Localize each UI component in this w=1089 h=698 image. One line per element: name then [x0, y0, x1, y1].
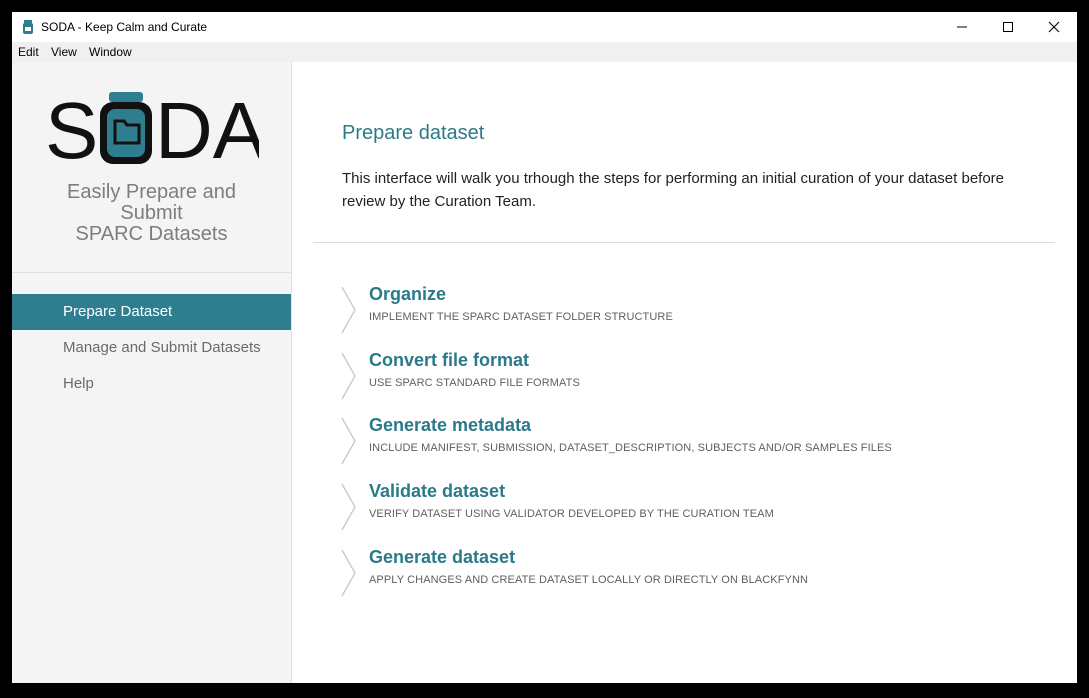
step-subtitle: VERIFY DATASET USING VALIDATOR DEVELOPED…: [369, 508, 774, 520]
chevron-right-icon: [341, 417, 356, 465]
step-title: Validate dataset: [369, 481, 506, 501]
sidebar-divider: [12, 272, 291, 273]
step-organize[interactable]: Organize IMPLEMENT THE SPARC DATASET FOL…: [340, 284, 1060, 334]
sidebar-item-manage-submit[interactable]: Manage and Submit Datasets: [12, 330, 291, 366]
step-title: Generate metadata: [369, 415, 532, 435]
tagline-line-3: SPARC Datasets: [75, 223, 228, 245]
divider: [313, 242, 1055, 243]
intro-text: This interface will walk you trhough the…: [342, 170, 1005, 210]
step-generate-metadata[interactable]: Generate metadata INCLUDE MANIFEST, SUBM…: [340, 415, 1060, 465]
chevron-right-icon: [341, 483, 356, 531]
main-content: Prepare dataset This interface will walk…: [292, 62, 1077, 683]
menu-view[interactable]: View: [51, 45, 77, 59]
chevron-right-icon: [341, 549, 356, 597]
tagline-line-1: Easily Prepare and: [67, 181, 236, 203]
menu-bar: Edit View Window: [12, 42, 1077, 62]
step-subtitle: INCLUDE MANIFEST, SUBMISSION, DATASET_DE…: [369, 442, 892, 454]
window-title: SODA - Keep Calm and Curate: [41, 20, 208, 34]
step-validate-dataset[interactable]: Validate dataset VERIFY DATASET USING VA…: [340, 481, 1060, 531]
soda-logo: S DA: [45, 92, 259, 164]
close-button[interactable]: [1031, 12, 1077, 42]
chevron-right-icon: [341, 286, 356, 334]
step-title: Organize: [369, 284, 447, 304]
step-subtitle: APPLY CHANGES AND CREATE DATASET LOCALLY…: [369, 574, 809, 586]
soda-jar-icon: [100, 92, 152, 164]
close-icon: [1048, 21, 1060, 33]
step-title: Generate dataset: [369, 547, 516, 567]
step-title: Convert file format: [369, 350, 530, 370]
sidebar: S DA Easily Prepare and Submit SPARC Dat…: [12, 62, 292, 683]
page-title: Prepare dataset: [342, 122, 485, 144]
maximize-icon: [1003, 22, 1013, 32]
soda-jar-icon: [23, 20, 33, 34]
app-window: SODA - Keep Calm and Curate Edit View Wi…: [12, 12, 1077, 683]
svg-text:S: S: [45, 92, 98, 164]
menu-window[interactable]: Window: [89, 45, 132, 59]
chevron-right-icon: [341, 352, 356, 400]
step-subtitle: IMPLEMENT THE SPARC DATASET FOLDER STRUC…: [369, 311, 673, 323]
step-subtitle: USE SPARC STANDARD FILE FORMATS: [369, 377, 580, 389]
tagline-line-2: Submit: [120, 202, 183, 224]
sidebar-item-help[interactable]: Help: [12, 366, 291, 402]
minimize-icon: [957, 26, 967, 28]
maximize-button[interactable]: [985, 12, 1031, 42]
step-generate-dataset[interactable]: Generate dataset APPLY CHANGES AND CREAT…: [340, 547, 1060, 597]
sidebar-item-prepare-dataset[interactable]: Prepare Dataset: [12, 294, 291, 330]
step-convert-file-format[interactable]: Convert file format USE SPARC STANDARD F…: [340, 350, 1060, 400]
minimize-button[interactable]: [939, 12, 985, 42]
title-bar[interactable]: SODA - Keep Calm and Curate: [12, 12, 1077, 42]
menu-edit[interactable]: Edit: [18, 45, 39, 59]
tagline: Easily Prepare and Submit SPARC Datasets: [12, 182, 291, 245]
svg-text:DA: DA: [155, 92, 259, 164]
